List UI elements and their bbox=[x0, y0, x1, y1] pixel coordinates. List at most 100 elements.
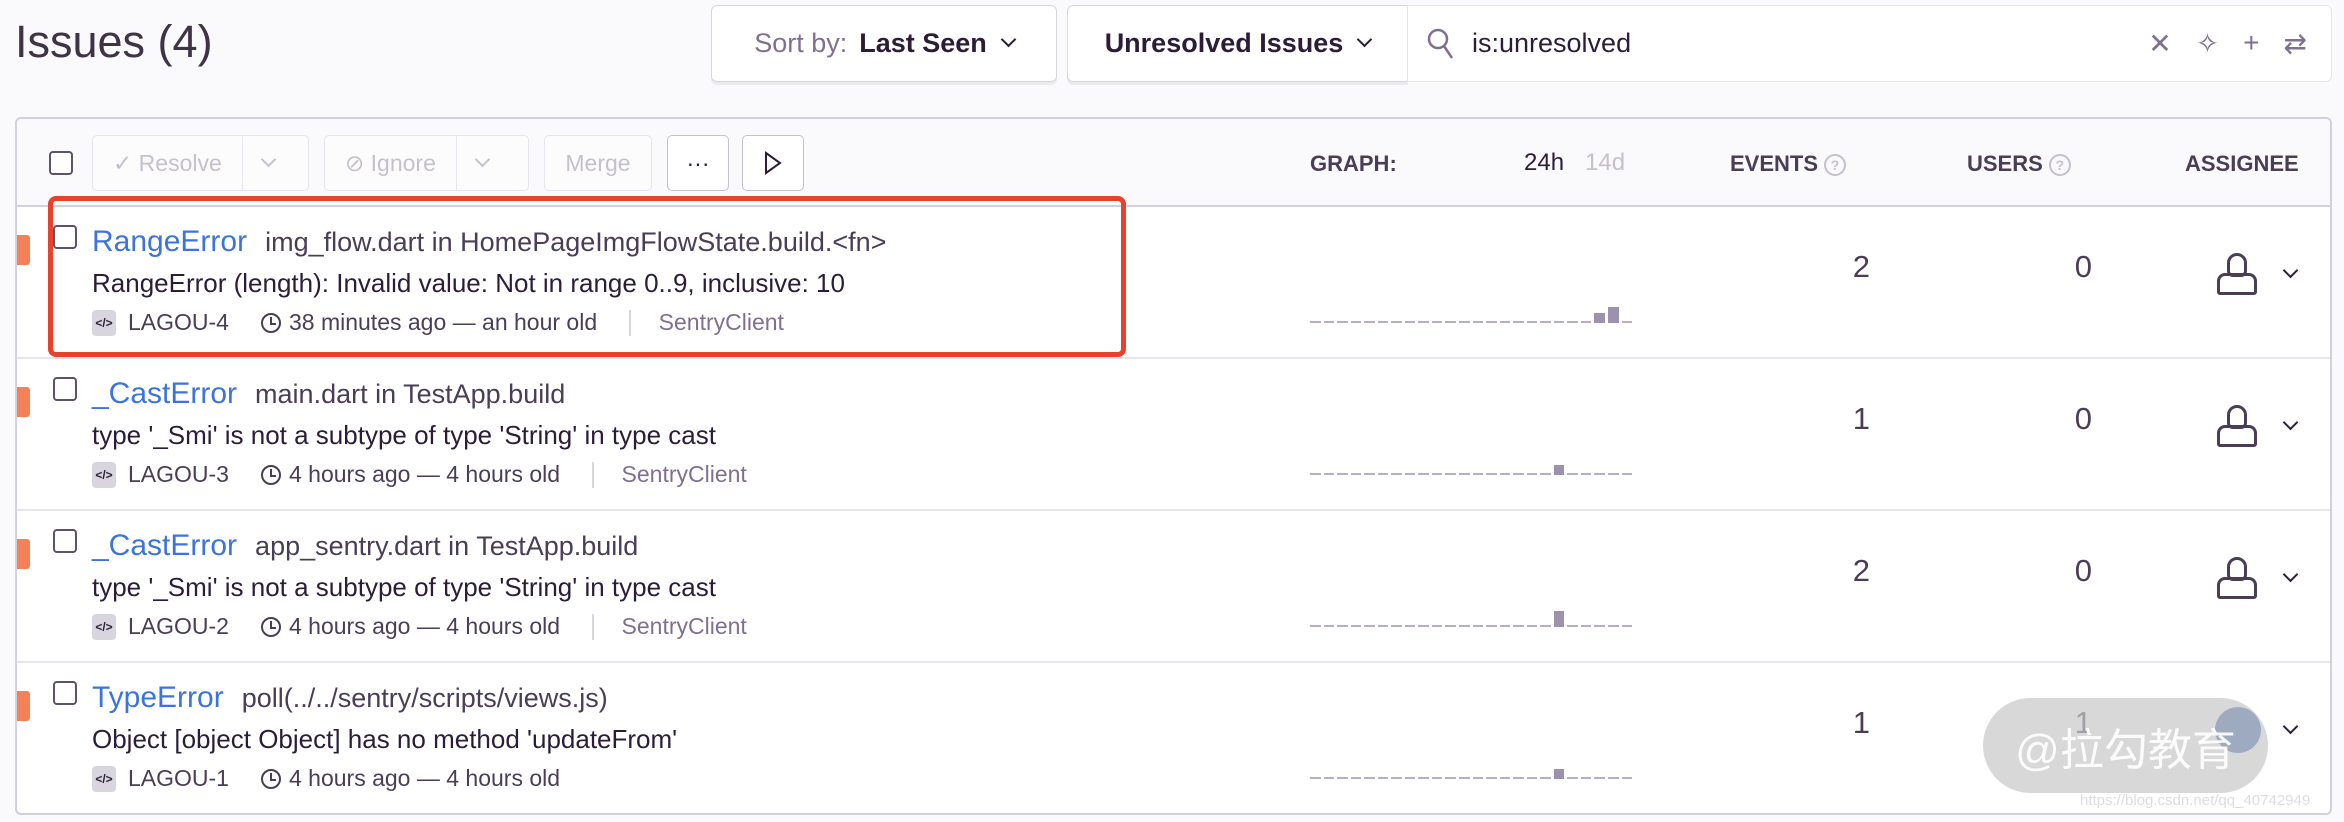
sparkline-bar bbox=[1337, 321, 1348, 323]
sparkline-bar bbox=[1445, 473, 1457, 475]
sparkline-bar bbox=[1621, 625, 1633, 627]
add-icon[interactable]: + bbox=[2243, 27, 2259, 60]
play-button[interactable] bbox=[742, 135, 804, 191]
ignore-label: Ignore bbox=[370, 149, 436, 176]
sparkline-bar bbox=[1404, 625, 1416, 627]
sparkline-bar bbox=[1499, 625, 1511, 627]
chevron-down-icon bbox=[260, 151, 277, 167]
help-icon[interactable]: ? bbox=[2048, 154, 2071, 177]
code-icon: </> bbox=[92, 613, 116, 640]
merge-button[interactable]: Merge bbox=[544, 135, 652, 191]
sparkline-bar bbox=[1526, 473, 1538, 475]
chevron-down-icon[interactable] bbox=[2282, 718, 2299, 735]
sparkline-bar bbox=[1567, 473, 1578, 475]
sparkline-bar bbox=[1404, 777, 1416, 779]
issue-checkbox[interactable] bbox=[53, 529, 77, 553]
users-header-label: USERS bbox=[1967, 151, 2043, 176]
level-indicator bbox=[17, 691, 30, 721]
sparkline-bar bbox=[1513, 321, 1524, 323]
period-24h[interactable]: 24h bbox=[1524, 149, 1564, 177]
sparkline-bar bbox=[1540, 777, 1551, 779]
events-header: EVENTS? bbox=[1730, 151, 1847, 177]
check-icon: ✓ bbox=[113, 149, 139, 176]
ignore-dropdown[interactable] bbox=[455, 136, 508, 190]
sparkline-bar bbox=[1594, 777, 1606, 779]
sparkline-bar bbox=[1391, 625, 1402, 627]
sparkline-bar bbox=[1404, 321, 1416, 323]
users-count: 0 bbox=[2074, 249, 2092, 284]
resolve-dropdown[interactable] bbox=[241, 136, 294, 190]
sparkline-bar bbox=[1540, 321, 1551, 323]
sparkline-bar bbox=[1377, 777, 1389, 779]
sparkline-bar bbox=[1445, 321, 1457, 323]
chevron-down-icon[interactable] bbox=[2282, 414, 2299, 431]
sort-dropdown[interactable]: Sort by: Last Seen bbox=[711, 5, 1057, 82]
issue-title-link[interactable]: _CastError bbox=[92, 377, 237, 410]
sparkline-bar bbox=[1540, 473, 1551, 475]
pin-icon[interactable]: ✧ bbox=[2196, 27, 2219, 60]
issue-checkbox[interactable] bbox=[53, 377, 77, 401]
saved-search-dropdown[interactable]: Unresolved Issues bbox=[1067, 5, 1408, 82]
sort-value: Last Seen bbox=[859, 28, 987, 58]
sparkline-bar bbox=[1459, 321, 1470, 323]
issue-row[interactable]: _CastError main.dart in TestApp.build typ… bbox=[17, 359, 2330, 511]
sparkline-bar bbox=[1431, 625, 1443, 627]
chevron-down-icon bbox=[1357, 31, 1373, 48]
sparkline bbox=[1310, 295, 1633, 323]
clear-icon[interactable]: ✕ bbox=[2148, 27, 2171, 60]
sparkline bbox=[1310, 599, 1633, 627]
ignore-button[interactable]: ⊘ Ignore bbox=[324, 135, 529, 191]
issue-title-link[interactable]: TypeError bbox=[92, 681, 224, 714]
issue-message: Object [object Object] has no method 'up… bbox=[92, 724, 678, 754]
resolve-label: Resolve bbox=[138, 149, 222, 176]
help-icon[interactable]: ? bbox=[1824, 154, 1847, 177]
assignee-user-icon[interactable] bbox=[2217, 405, 2257, 447]
play-icon bbox=[765, 151, 782, 175]
issue-client: SentryClient bbox=[621, 461, 747, 487]
sparkline-bar bbox=[1608, 625, 1619, 627]
resolve-button[interactable]: ✓ Resolve bbox=[92, 135, 309, 191]
divider bbox=[592, 461, 594, 488]
settings-icon[interactable]: ⇄ bbox=[2284, 27, 2307, 60]
issue-id[interactable]: LAGOU-3 bbox=[128, 461, 229, 488]
code-icon: </> bbox=[92, 461, 116, 488]
assignee-user-icon[interactable] bbox=[2217, 557, 2257, 599]
sparkline-bar bbox=[1310, 321, 1321, 323]
issue-client: SentryClient bbox=[621, 613, 747, 639]
events-header-label: EVENTS bbox=[1730, 151, 1819, 176]
sparkline-bar bbox=[1621, 473, 1633, 475]
sparkline-bar bbox=[1553, 465, 1565, 475]
sparkline-bar bbox=[1580, 473, 1592, 475]
assignee-user-icon[interactable] bbox=[2217, 253, 2257, 295]
chevron-down-icon[interactable] bbox=[2282, 566, 2299, 583]
level-indicator bbox=[17, 387, 30, 417]
sparkline-bar bbox=[1310, 473, 1321, 475]
sparkline-bar bbox=[1404, 473, 1416, 475]
ignore-icon: ⊘ bbox=[345, 149, 371, 176]
chevron-down-icon bbox=[1000, 31, 1017, 48]
page-title: Issues (4) bbox=[15, 16, 213, 67]
more-actions-button[interactable]: ··· bbox=[667, 135, 729, 191]
issue-checkbox[interactable] bbox=[53, 681, 77, 705]
watermark: @拉勾教育 bbox=[1983, 698, 2268, 793]
issue-id[interactable]: LAGOU-2 bbox=[128, 613, 229, 640]
search-input[interactable] bbox=[1472, 28, 2149, 59]
select-all-checkbox[interactable] bbox=[49, 151, 73, 175]
sparkline-bar bbox=[1364, 777, 1375, 779]
period-14d[interactable]: 14d bbox=[1585, 149, 1625, 177]
sparkline-bar bbox=[1431, 473, 1443, 475]
issue-id[interactable]: LAGOU-1 bbox=[128, 765, 229, 792]
users-count: 0 bbox=[2074, 553, 2092, 588]
sparkline-bar bbox=[1472, 321, 1484, 323]
clock-icon bbox=[260, 616, 281, 637]
sparkline-bar bbox=[1567, 625, 1578, 627]
sparkline-bar bbox=[1513, 625, 1524, 627]
issue-time: 4 hours ago — 4 hours old bbox=[288, 461, 561, 487]
issue-row[interactable]: _CastError app_sentry.dart in TestApp.bui… bbox=[17, 511, 2330, 663]
sparkline-bar bbox=[1431, 777, 1443, 779]
chevron-down-icon[interactable] bbox=[2282, 262, 2299, 279]
graph-header: GRAPH: bbox=[1310, 151, 1397, 176]
sparkline-bar bbox=[1486, 625, 1497, 627]
sparkline-bar bbox=[1310, 777, 1321, 779]
issue-title-link[interactable]: _CastError bbox=[92, 529, 237, 562]
